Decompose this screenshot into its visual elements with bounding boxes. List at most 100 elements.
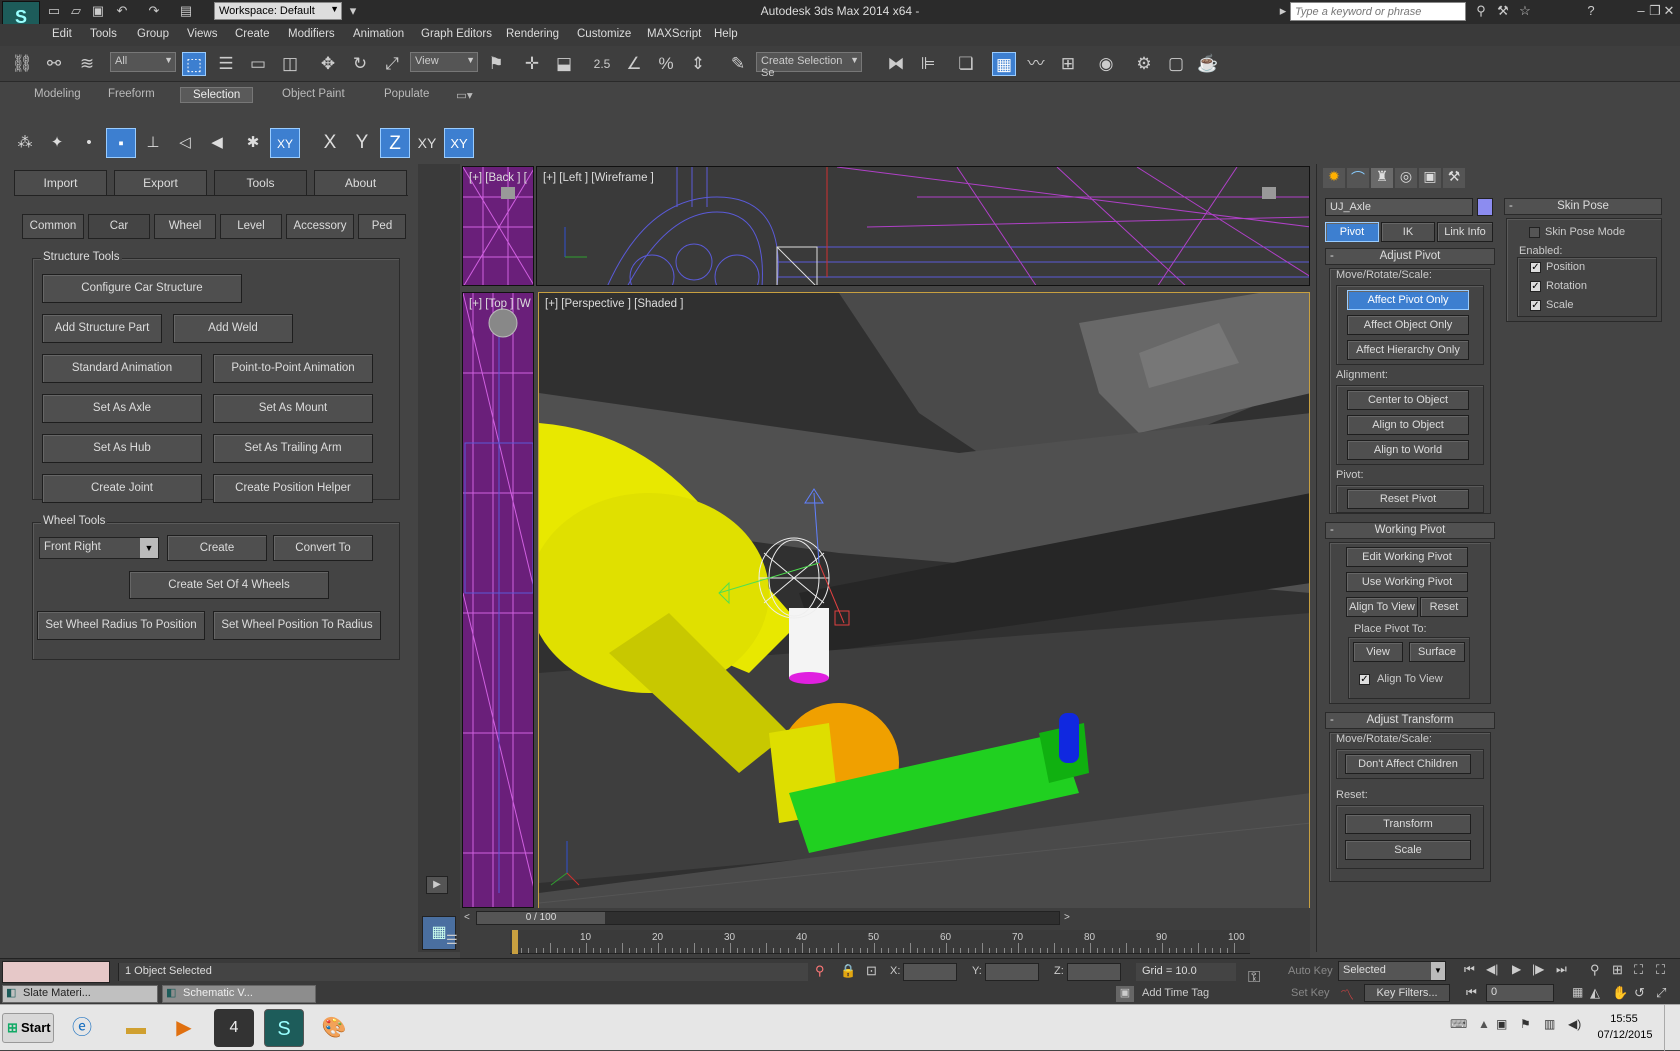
align-to-object-button[interactable]: Align to Object <box>1347 415 1469 435</box>
menu-views[interactable]: Views <box>187 28 217 40</box>
scale-icon[interactable]: ⤢ <box>380 52 404 76</box>
snaps-toggle-icon[interactable]: 2.5 <box>590 52 614 76</box>
position-checkbox[interactable]: ✓ <box>1530 262 1541 273</box>
snap-vertex-icon[interactable]: • <box>74 128 104 158</box>
undo-icon[interactable]: ↶ <box>114 3 130 19</box>
field-of-view-icon[interactable]: ◭ <box>1590 985 1600 1001</box>
wheel-position-select[interactable]: Front Right ▼ <box>39 537 159 559</box>
object-color-swatch[interactable] <box>1477 198 1493 216</box>
subtab-level[interactable]: Level <box>220 214 282 239</box>
paint-icon[interactable]: 🎨 <box>314 1009 354 1047</box>
named-selection-dropdown[interactable]: Create Selection Se ▼ <box>756 52 862 79</box>
zoom-extents-all-icon[interactable]: ⛶ <box>1656 962 1665 978</box>
left-viewport[interactable]: [+] [Left ] [Wireframe ] <box>536 166 1310 286</box>
axis-xy-button[interactable]: XY <box>412 128 442 158</box>
volume-icon[interactable]: ◀) <box>1568 1017 1581 1031</box>
app-4-icon[interactable]: 4 <box>214 1009 254 1047</box>
track-bar-current-frame-marker[interactable] <box>512 930 518 954</box>
move-icon[interactable]: ✥ <box>316 52 340 76</box>
window-crossing-icon[interactable]: ◫ <box>278 52 302 76</box>
snap-plane-icon[interactable]: XY <box>270 128 300 158</box>
tab-populate[interactable]: Populate <box>372 87 441 101</box>
axis-x-button[interactable]: X <box>315 128 345 158</box>
clock-time[interactable]: 15:55 <box>1604 1013 1644 1025</box>
percent-snap-icon[interactable]: % <box>654 52 678 76</box>
track-bar[interactable]: 10 20 30 40 50 60 70 80 90 100 <box>510 930 1250 954</box>
help-icon[interactable]: ? <box>1582 3 1600 21</box>
redo-icon[interactable]: ↷ <box>146 3 162 19</box>
menu-maxscript[interactable]: MAXScript <box>647 28 701 40</box>
configure-car-structure-button[interactable]: Configure Car Structure <box>42 274 242 303</box>
axis-xy-cycle-button[interactable]: XY <box>444 128 474 158</box>
selection-filter-dropdown[interactable]: All ▼ <box>110 52 176 72</box>
snap-pivot-icon[interactable]: ✦ <box>42 128 72 158</box>
save-icon[interactable]: ▣ <box>90 3 106 19</box>
subtab-car[interactable]: Car <box>88 214 150 239</box>
show-hidden-icons-icon[interactable]: ▲ <box>1478 1017 1490 1031</box>
goto-end-icon[interactable]: ⏭ <box>1556 962 1567 977</box>
material-editor-icon[interactable]: ◉ <box>1094 52 1118 76</box>
quick-access-menu-icon[interactable]: ▾ <box>345 3 361 19</box>
axis-y-button[interactable]: Y <box>347 128 377 158</box>
standard-animation-button[interactable]: Standard Animation <box>42 354 202 383</box>
previous-frame-icon[interactable]: ◀| <box>1486 962 1498 976</box>
add-time-tag-label[interactable]: Add Time Tag <box>1142 987 1209 999</box>
snap-face-icon[interactable]: ◀ <box>202 128 232 158</box>
menu-edit[interactable]: Edit <box>52 28 72 40</box>
reset-pivot-button[interactable]: Reset Pivot <box>1347 489 1469 509</box>
angle-snap-icon[interactable]: ∠ <box>622 52 646 76</box>
pivot-center-icon[interactable]: ⚑ <box>484 52 508 76</box>
maximize-viewport-icon[interactable]: ⤢ <box>1656 985 1666 1001</box>
utilities-panel-icon[interactable]: ⚒ <box>1443 168 1465 188</box>
workspace-dropdown[interactable]: Workspace: Default ▼ <box>214 2 342 20</box>
time-slider[interactable]: 0 / 100 <box>476 911 1060 925</box>
render-teapot-icon[interactable]: ☕ <box>1196 52 1220 76</box>
set-as-hub-button[interactable]: Set As Hub <box>42 434 202 463</box>
3ds-max-taskbar-icon[interactable]: S <box>264 1009 304 1047</box>
schematic-view-window[interactable]: ◧ Schematic V... <box>162 985 316 1003</box>
current-frame-field[interactable]: 0 <box>1486 984 1554 1002</box>
play-icon[interactable]: ▶ <box>426 876 448 894</box>
maxscript-listener[interactable] <box>2 961 110 983</box>
back-viewport-label[interactable]: [+] [Back ] [ <box>469 172 527 184</box>
media-player-icon[interactable]: ▶ <box>164 1009 204 1047</box>
layer-manager-icon[interactable]: ❏ <box>954 52 978 76</box>
skin-pose-rollout-header[interactable]: - Skin Pose <box>1504 198 1662 215</box>
menu-modifiers[interactable]: Modifiers <box>288 28 335 40</box>
start-button[interactable]: ⊞ Start <box>2 1013 54 1043</box>
select-manipulate-icon[interactable]: ✛ <box>520 52 544 76</box>
zoom-extents-icon[interactable]: ⛶ <box>1634 962 1643 978</box>
reference-coordinate-dropdown[interactable]: View ▼ <box>410 52 478 72</box>
goto-start-icon[interactable]: ⏮ <box>1464 962 1475 977</box>
place-pivot-surface-button[interactable]: Surface <box>1409 642 1465 662</box>
render-setup-icon[interactable]: ⚙ <box>1132 52 1156 76</box>
mirror-icon[interactable]: ⧓ <box>884 52 908 76</box>
reset-working-pivot-button[interactable]: Reset <box>1420 597 1468 617</box>
snap-options-icon[interactable]: ✱ <box>238 128 268 158</box>
snap-grid-points-icon[interactable]: ⁂ <box>10 128 40 158</box>
rectangular-selection-icon[interactable]: ▭ <box>246 52 270 76</box>
tab-export[interactable]: Export <box>114 170 207 196</box>
slate-material-window[interactable]: ◧ Slate Materi... <box>2 985 158 1003</box>
set-key-button[interactable]: Set Key <box>1291 987 1330 999</box>
object-name-field[interactable]: UJ_Axle <box>1325 198 1473 216</box>
time-tag-icon[interactable]: ▣ <box>1116 986 1134 1002</box>
scale-checkbox[interactable]: ✓ <box>1530 300 1541 311</box>
select-object-icon[interactable]: ⬚ <box>182 52 206 76</box>
menu-animation[interactable]: Animation <box>353 28 404 40</box>
subtab-wheel[interactable]: Wheel <box>154 214 216 239</box>
tab-tools[interactable]: Tools <box>214 170 307 196</box>
perspective-viewport-label[interactable]: [+] [Perspective ] [Shaded ] <box>545 298 683 310</box>
display-panel-icon[interactable]: ▣ <box>1419 168 1441 188</box>
key-mode-toggle-icon[interactable]: ⏮ <box>1466 985 1477 1000</box>
hierarchy-panel-icon[interactable]: ♜ <box>1371 168 1393 188</box>
add-weld-button[interactable]: Add Weld <box>173 314 293 343</box>
set-as-axle-button[interactable]: Set As Axle <box>42 394 202 423</box>
spinner-snap-icon[interactable]: ⇕ <box>686 52 710 76</box>
tab-import[interactable]: Import <box>14 170 107 196</box>
time-slider-prev-icon[interactable]: < <box>464 912 470 923</box>
subtab-ped[interactable]: Ped <box>358 214 406 239</box>
working-pivot-rollout-header[interactable]: - Working Pivot <box>1325 522 1495 539</box>
affect-object-only-button[interactable]: Affect Object Only <box>1347 315 1469 335</box>
tab-pivot[interactable]: Pivot <box>1325 222 1379 242</box>
